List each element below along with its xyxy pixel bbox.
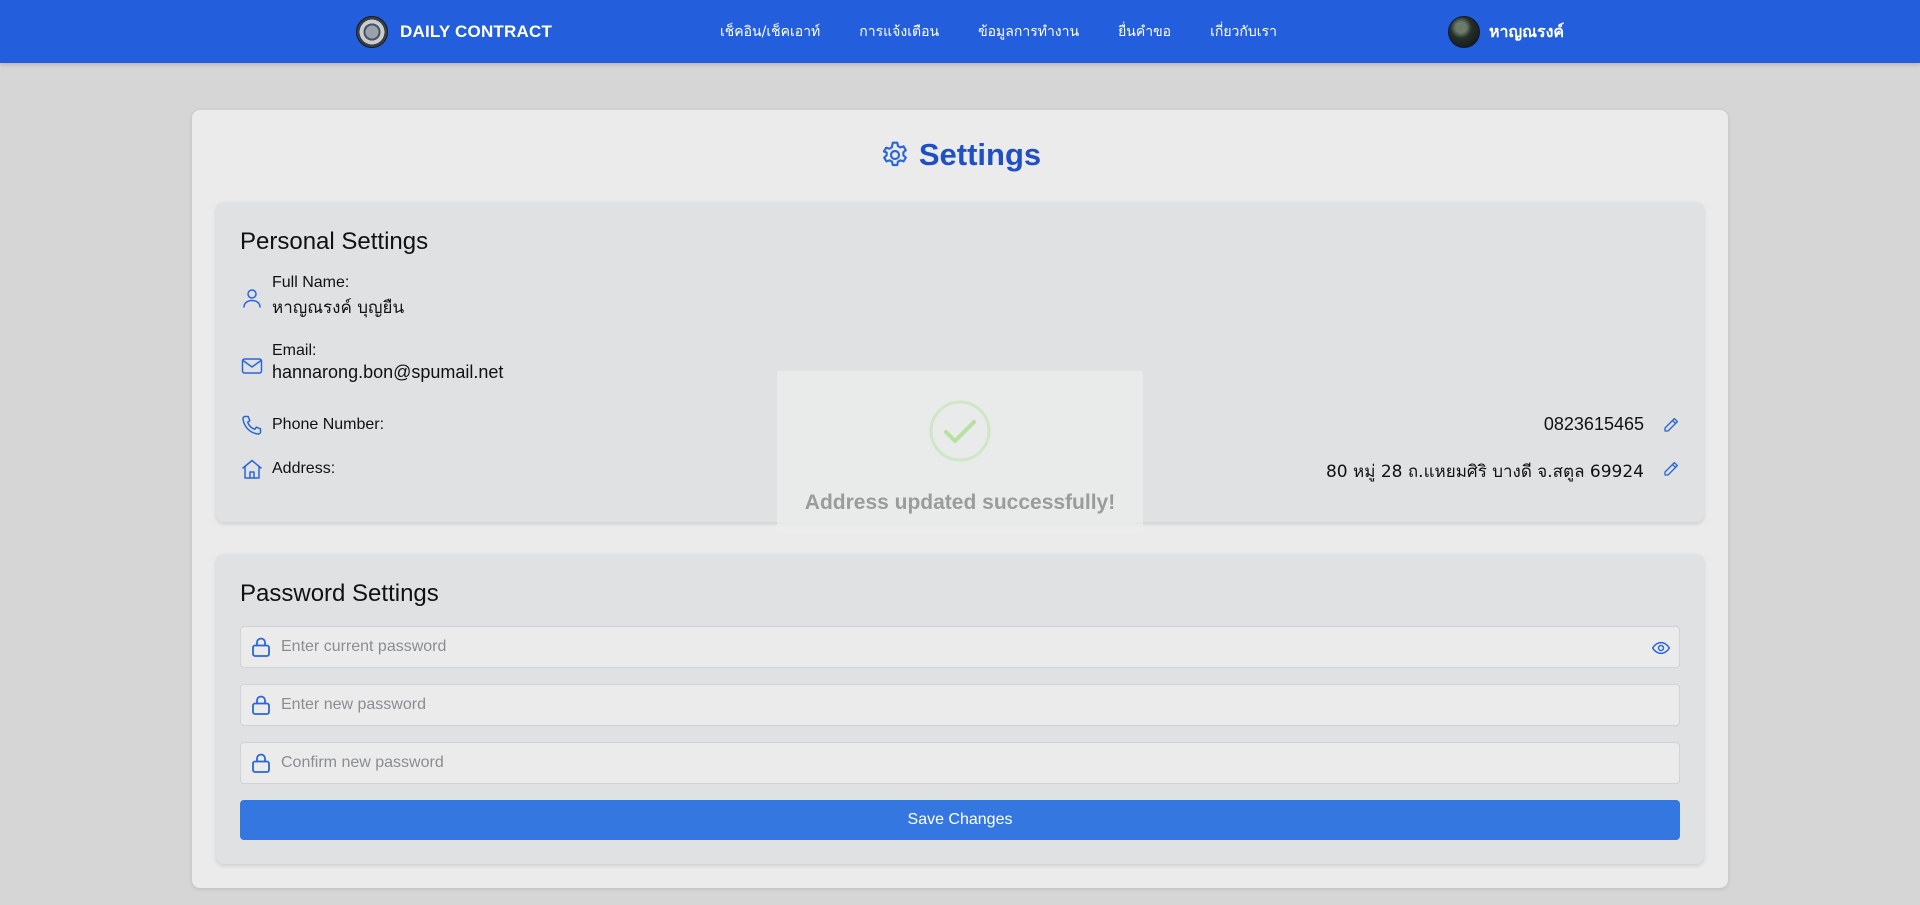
password-settings-title: Password Settings [240, 580, 439, 607]
nav-link-checkin[interactable]: เช็คอิน/เช็คเอาท์ [720, 21, 820, 43]
edit-address-icon[interactable] [1662, 460, 1680, 478]
nav-link-about[interactable]: เกี่ยวกับเรา [1210, 21, 1277, 43]
phone-icon [242, 415, 262, 435]
mail-icon [241, 358, 263, 374]
top-navbar: DAILY CONTRACT เช็คอิน/เช็คเอาท์ การแจ้ง… [0, 0, 1920, 63]
nav-link-notifications[interactable]: การแจ้งเตือน [859, 21, 939, 43]
page-title: Settings [918, 137, 1042, 172]
current-password-input[interactable] [281, 627, 1621, 667]
home-icon [242, 459, 262, 479]
user-menu[interactable]: หาญณรงค์ [1448, 16, 1564, 48]
phone-label: Phone Number: [272, 416, 385, 433]
nav-link-requests[interactable]: ยื่นคำขอ [1118, 21, 1171, 43]
check-circle-icon [929, 400, 991, 462]
brand-logo [356, 16, 388, 48]
confirm-password-field [240, 742, 1680, 784]
full-name-row: Full Name: หาญณรงค์ บุญยืน [240, 274, 1680, 318]
brand-name: DAILY CONTRACT [400, 22, 553, 41]
avatar [1448, 16, 1480, 48]
nav-links: เช็คอิน/เช็คเอาท์ การแจ้งเตือน ข้อมูลการ… [720, 0, 1277, 63]
save-changes-button[interactable]: Save Changes [240, 800, 1680, 840]
nav-link-work-info[interactable]: ข้อมูลการทำงาน [978, 21, 1079, 43]
lock-icon [252, 695, 270, 715]
new-password-field [240, 684, 1680, 726]
page-header: Settings [192, 134, 1728, 176]
success-toast: Address updated successfully! [777, 371, 1143, 534]
full-name-value: หาญณรงค์ บุญยืน [272, 298, 405, 318]
address-value: 80 หมู่ 28 ถ.แหยมศิริ บางดี จ.สตูล 69924 [1325, 462, 1644, 482]
address-label: Address: [272, 460, 336, 477]
current-password-field [240, 626, 1680, 668]
email-label: Email: [272, 342, 317, 359]
new-password-input[interactable] [281, 685, 1621, 725]
full-name-label: Full Name: [272, 274, 350, 291]
lock-icon [252, 637, 270, 657]
confirm-password-input[interactable] [281, 743, 1621, 783]
user-name: หาญณรงค์ [1489, 21, 1565, 41]
phone-value: 0823615465 [1543, 414, 1644, 434]
edit-phone-icon[interactable] [1662, 416, 1680, 434]
eye-icon[interactable] [1651, 638, 1671, 658]
password-settings-panel: Password Settings Save Changes [216, 554, 1704, 864]
email-value: hannarong.bon@spumail.net [272, 362, 504, 382]
lock-icon [252, 753, 270, 773]
toast-message: Address updated successfully! [804, 491, 1116, 514]
brand[interactable]: DAILY CONTRACT [356, 16, 552, 48]
user-icon [243, 289, 261, 308]
gear-icon [882, 141, 907, 167]
personal-settings-title: Personal Settings [240, 228, 429, 255]
